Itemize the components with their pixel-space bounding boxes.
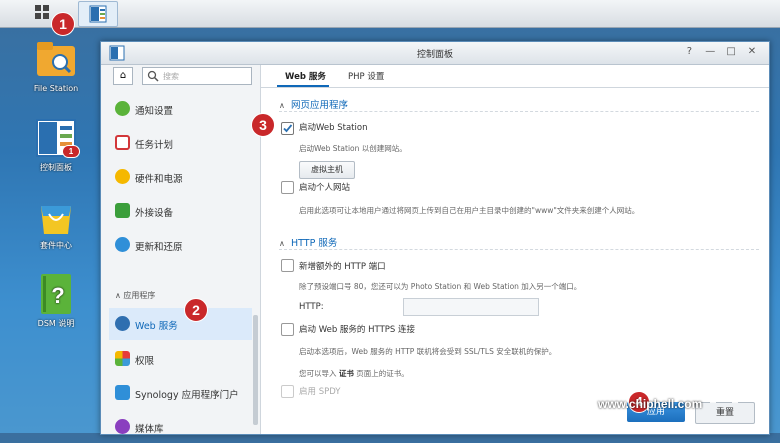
refresh-icon — [115, 237, 130, 252]
tab-php-settings[interactable]: PHP 设置 — [348, 70, 384, 82]
desktop-icon-dsm-help[interactable]: ? DSM 说明 — [16, 274, 96, 329]
sidebar-item-external-devices[interactable]: 外接设备 — [109, 195, 252, 227]
calendar-check-icon — [115, 135, 130, 150]
sidebar-item-app-portal[interactable]: Synology 应用程序门户 — [109, 377, 252, 409]
film-reel-icon — [115, 419, 130, 434]
control-panel-icon — [89, 5, 107, 23]
section-heading: HTTP 服务 — [291, 238, 338, 249]
sidebar-item-web-services[interactable]: Web 服务 — [109, 308, 252, 340]
section-divider — [279, 249, 759, 250]
desktop-icon-package-center[interactable]: 套件中心 — [16, 196, 96, 251]
sidebar-item-label: 通知设置 — [135, 106, 174, 117]
section-divider — [279, 111, 759, 112]
personal-website-checkbox[interactable] — [281, 181, 294, 194]
extra-http-port-label: 新增额外的 HTTP 端口 — [299, 262, 386, 272]
sidebar-item-notification[interactable]: 通知设置 — [109, 93, 252, 125]
folder-icon — [33, 40, 79, 80]
watermark-text: www.chiphell.com — [598, 397, 703, 411]
chevron-up-icon: ∧ — [115, 291, 121, 300]
extra-http-port-desc: 除了预设端口号 80，您还可以为 Photo Station 和 Web Sta… — [299, 282, 582, 291]
taskbar — [0, 0, 780, 28]
http-port-field-label: HTTP: — [299, 302, 324, 312]
annotation-2: 2 — [184, 298, 208, 322]
sidebar-item-update-restore[interactable]: 更新和还原 — [109, 229, 252, 261]
sidebar-item-label: 任务计划 — [135, 140, 174, 151]
home-button[interactable]: ⌂ — [113, 67, 133, 85]
spdy-checkbox[interactable] — [281, 385, 294, 398]
https-desc: 启动本选项后，Web 服务的 HTTP 联机将会受到 SSL/TLS 安全联机的… — [299, 347, 557, 356]
personal-website-desc: 启用此选项可让本地用户通过将网页上传到自己在用户主目录中创建的"www"文件夹来… — [299, 206, 640, 215]
desktop-icon-label: DSM 说明 — [37, 319, 75, 328]
notification-badge: 1 — [62, 145, 80, 158]
sidebar-item-label: Synology 应用程序门户 — [135, 390, 239, 401]
desktop-icon-control-panel[interactable]: 控制面板 — [16, 118, 96, 173]
section-web-apps[interactable]: ∧ 网页应用程序 — [279, 97, 348, 111]
section-http-service[interactable]: ∧ HTTP 服务 — [279, 235, 337, 249]
tab-bar: Web 服务 PHP 设置 — [261, 65, 769, 88]
virtual-host-button[interactable]: 虚拟主机 — [299, 161, 355, 179]
chevron-up-icon: ∧ — [279, 101, 285, 110]
help-book-icon: ? — [33, 274, 79, 314]
home-icon: ⌂ — [119, 70, 127, 81]
sidebar-item-label: 权限 — [135, 356, 155, 367]
sidebar-item-media-library[interactable]: 媒体库 — [109, 411, 252, 443]
sidebar-section-applications[interactable]: ∧ 应用程序 — [115, 290, 155, 301]
sidebar: ⌂ 搜索 通知设置 任务计划 硬件和电源 外接设备 更新和还原 ∧ 应用程序 W… — [101, 65, 261, 435]
certificate-note: 您可以导入 证书 页面上的证书。 — [299, 368, 409, 379]
svg-text:?: ? — [51, 283, 64, 308]
tab-web-services[interactable]: Web 服务 — [285, 70, 326, 82]
minimize-button[interactable]: — — [701, 46, 719, 57]
active-tab-indicator — [277, 85, 329, 87]
search-input[interactable]: 搜索 — [142, 67, 252, 85]
taskbar-control-panel-button[interactable] — [78, 1, 118, 27]
sidebar-item-privileges[interactable]: 权限 — [109, 343, 252, 375]
sidebar-item-label: 更新和还原 — [135, 242, 183, 253]
desktop-icon-label: File Station — [33, 84, 79, 93]
sidebar-scrollbar[interactable] — [253, 315, 258, 425]
main-content: Web 服务 PHP 设置 ∧ 网页应用程序 启动Web Station 启动We… — [261, 65, 769, 434]
section-label: 应用程序 — [123, 291, 156, 300]
enable-web-station-desc: 启动Web Station 以创建网站。 — [299, 144, 407, 153]
http-port-input[interactable] — [403, 298, 539, 316]
sidebar-item-label: Web 服务 — [135, 321, 178, 332]
window-title: 控制面板 — [416, 50, 453, 60]
checkmark-icon — [283, 124, 293, 133]
portal-icon — [115, 385, 130, 400]
close-button[interactable]: ✕ — [743, 46, 761, 57]
annotation-1: 1 — [51, 12, 75, 36]
watermark-logo-icon — [700, 351, 758, 403]
shopping-bag-icon — [33, 196, 79, 236]
spdy-label: 启用 SPDY — [299, 387, 341, 397]
desktop-icon-label: 套件中心 — [40, 241, 72, 250]
personal-website-label: 启动个人网站 — [299, 183, 351, 193]
section-heading: 网页应用程序 — [291, 100, 349, 111]
https-checkbox[interactable] — [281, 323, 294, 336]
sidebar-item-hardware-power[interactable]: 硬件和电源 — [109, 161, 252, 193]
chat-bubble-icon — [115, 101, 130, 116]
annotation-3: 3 — [251, 113, 275, 137]
search-placeholder: 搜索 — [163, 72, 179, 81]
sidebar-item-label: 外接设备 — [135, 208, 174, 219]
desktop-icon-file-station[interactable]: File Station — [16, 40, 96, 93]
help-button[interactable]: ? — [680, 46, 698, 57]
usb-icon — [115, 203, 130, 218]
lightbulb-icon — [115, 169, 130, 184]
desktop-icon-label: 控制面板 — [40, 163, 72, 172]
certificate-note-suffix: 页面上的证书。 — [356, 369, 409, 378]
maximize-button[interactable]: □ — [722, 46, 740, 57]
globe-icon — [115, 316, 130, 331]
https-label: 启动 Web 服务的 HTTPS 连接 — [299, 325, 415, 335]
extra-http-port-checkbox[interactable] — [281, 259, 294, 272]
certificate-link[interactable]: 证书 — [339, 369, 354, 378]
sidebar-item-label: 硬件和电源 — [135, 174, 183, 185]
enable-web-station-checkbox[interactable] — [281, 122, 294, 135]
chevron-up-icon: ∧ — [279, 239, 285, 248]
enable-web-station-label: 启动Web Station — [299, 123, 368, 133]
control-panel-window: 控制面板 ? — □ ✕ ⌂ 搜索 通知设置 任务计划 硬件和电源 外接设备 更… — [100, 41, 770, 435]
search-icon — [147, 70, 159, 82]
window-titlebar[interactable]: 控制面板 ? — □ ✕ — [101, 42, 769, 65]
sidebar-item-task-scheduler[interactable]: 任务计划 — [109, 127, 252, 159]
tiles-icon — [115, 351, 130, 366]
certificate-note-prefix: 您可以导入 — [299, 369, 337, 378]
